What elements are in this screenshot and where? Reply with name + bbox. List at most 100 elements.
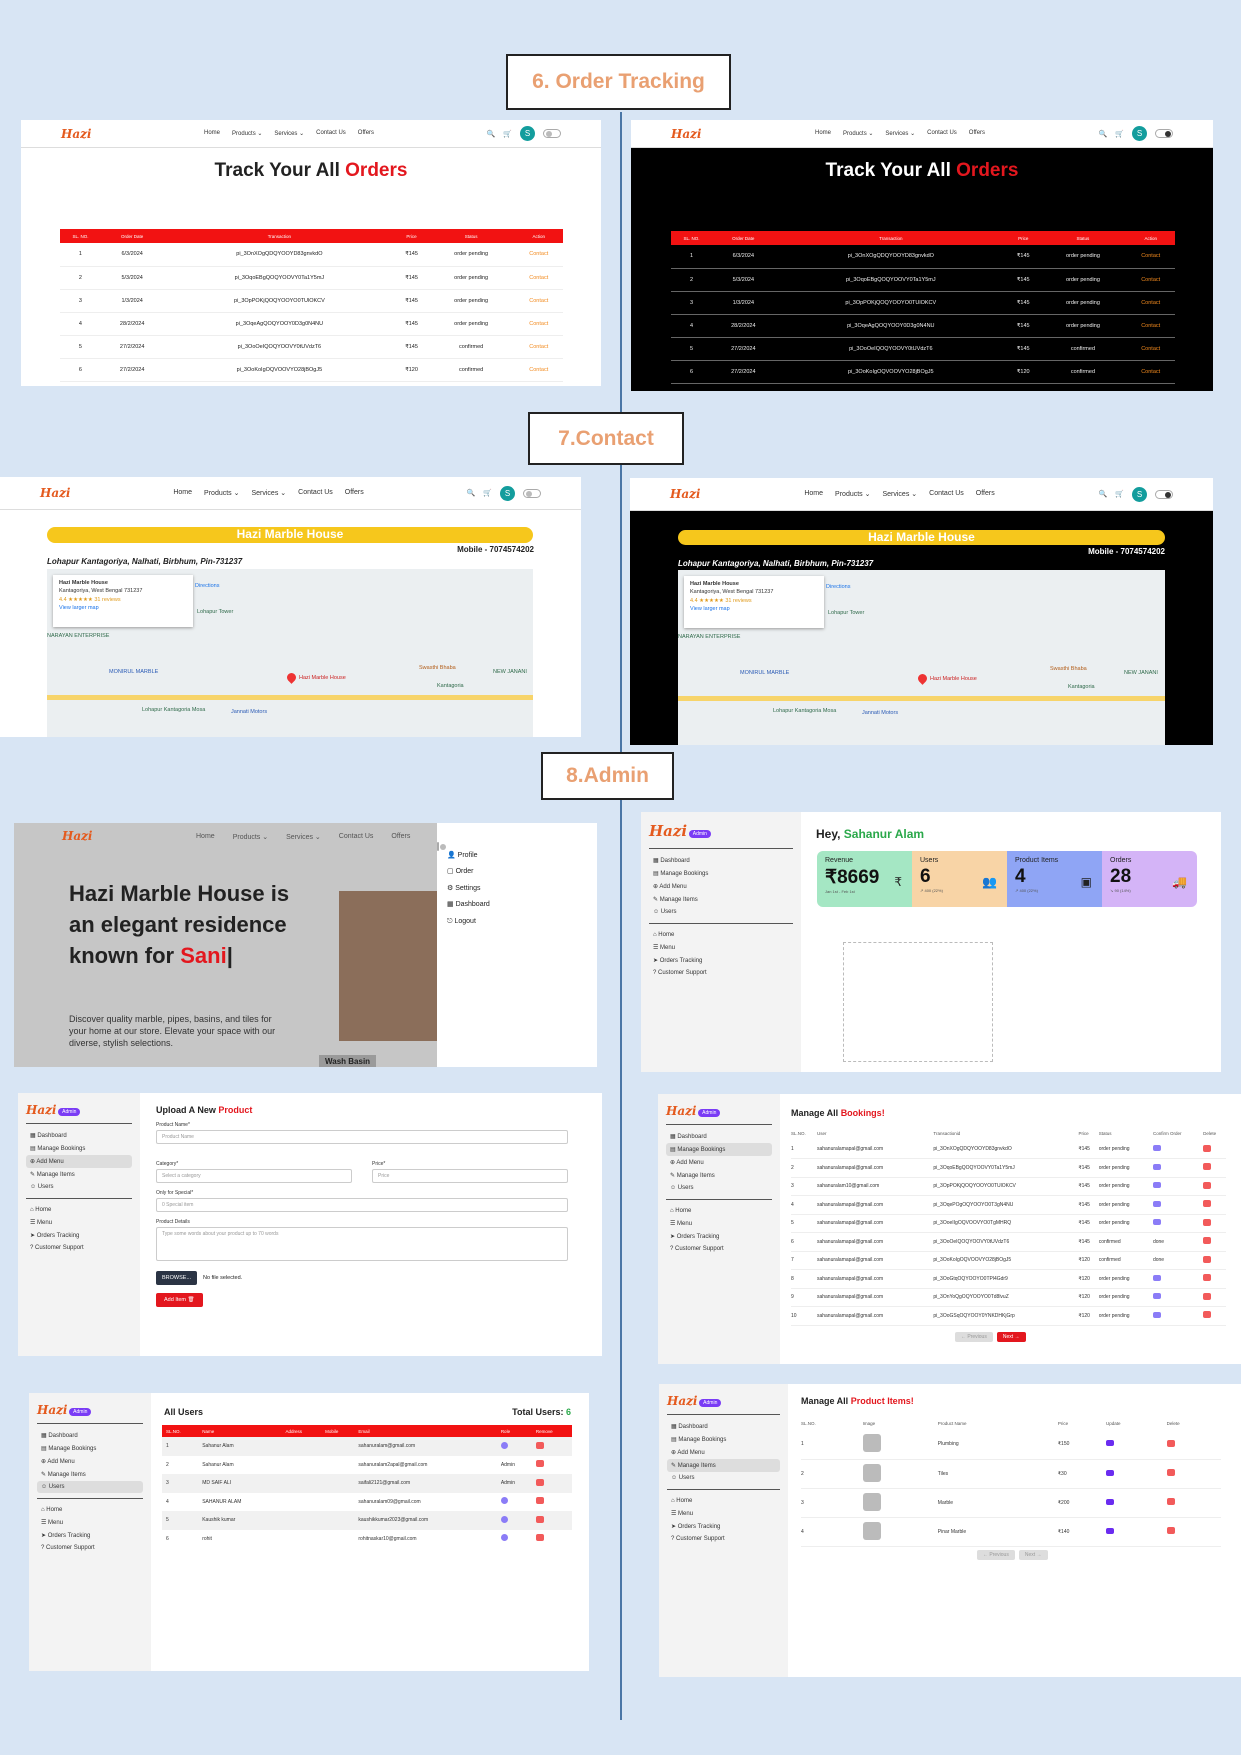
wash-basin-chip[interactable]: Wash Basin [319,1055,377,1067]
location-pin-icon[interactable] [916,672,929,685]
contact-link[interactable]: Contact [1126,245,1175,269]
map[interactable]: Hazi Marble House Kantagoriya, West Benga… [678,570,1165,745]
menu-logout[interactable]: ⎋ Logout [447,914,587,931]
delete-icon[interactable] [1203,1255,1212,1263]
nav-offers[interactable]: Offers [976,490,995,498]
map[interactable]: Hazi Marble House Kantagoriya, West Benga… [47,569,533,737]
next-button[interactable]: Next → [1018,1550,1048,1560]
delete-icon[interactable] [535,1460,544,1468]
contact-link[interactable]: Contact [1126,268,1175,292]
delete-icon[interactable] [1203,1311,1212,1319]
confirm-button[interactable] [1152,1145,1161,1151]
avatar[interactable]: S [500,485,515,501]
delete-icon[interactable] [1203,1274,1212,1282]
nav-home[interactable]: Home [173,489,192,497]
logo[interactable]: Hazi [61,127,92,141]
view-larger-map-link[interactable]: View larger map [59,604,187,612]
contact-link[interactable]: Contact [1126,314,1175,338]
confirm-button[interactable] [1152,1182,1161,1189]
nav-services[interactable]: Services ⌄ [274,130,304,137]
contact-link[interactable]: Contact [1126,360,1175,384]
confirm-button[interactable] [1152,1219,1161,1226]
logo[interactable]: Hazi [62,829,93,843]
theme-toggle[interactable] [1155,489,1173,499]
logo[interactable]: Hazi [40,486,71,500]
nav-home[interactable]: Home [204,130,220,137]
delete-icon[interactable] [1166,1527,1175,1534]
next-button[interactable]: Next → [996,1332,1026,1342]
menu-dashboard[interactable]: ▦ Dashboard [447,897,587,914]
contact-link[interactable]: Contact [514,289,563,313]
search-icon[interactable]: 🔍 [467,489,476,497]
prev-button[interactable]: ← Previous [955,1332,993,1342]
contact-link[interactable]: Contact [514,312,563,336]
nav-products[interactable]: Products ⌄ [835,490,870,498]
avatar[interactable]: S [1131,126,1147,141]
view-larger-map-link[interactable]: View larger map [690,605,818,613]
menu-profile[interactable]: 👤 Profile [447,848,587,865]
contact-link[interactable]: Contact [1126,337,1175,361]
delete-icon[interactable] [1203,1163,1212,1171]
nav-services[interactable]: Services ⌄ [882,490,917,498]
add-item-button[interactable]: Add Item 🗑 [156,1293,203,1307]
cart-icon[interactable]: 🛒 [503,130,512,138]
nav-home[interactable]: Home [804,490,823,498]
special-input[interactable]: 0 Special item [156,1198,568,1212]
delete-icon[interactable] [535,1534,544,1542]
nav-offers[interactable]: Offers [345,489,364,497]
make-admin-button[interactable] [500,1534,508,1542]
theme-toggle[interactable] [542,129,561,138]
delete-icon[interactable] [1203,1144,1212,1152]
delete-icon[interactable] [1166,1498,1175,1505]
contact-link[interactable]: Contact [514,358,563,382]
theme-toggle[interactable] [437,842,439,851]
delete-icon[interactable] [1166,1439,1175,1447]
nav-services[interactable]: Services ⌄ [885,130,915,137]
nav-contact[interactable]: Contact Us [316,130,346,137]
details-textarea[interactable]: Type some words about your product up to… [156,1227,568,1261]
confirm-button[interactable] [1152,1311,1161,1318]
confirm-button[interactable] [1152,1293,1161,1300]
contact-link[interactable]: Contact [514,243,563,267]
make-admin-button[interactable] [500,1515,508,1523]
nav-services[interactable]: Services ⌄ [251,489,286,497]
cart-icon[interactable]: 🛒 [483,489,492,497]
cart-icon[interactable]: 🛒 [1115,490,1124,498]
nav-offers[interactable]: Offers [358,130,374,137]
browse-button[interactable]: BROWSE... [156,1271,198,1285]
confirm-button[interactable] [1152,1163,1161,1170]
contact-link[interactable]: Contact [1126,291,1175,315]
delete-icon[interactable] [1203,1218,1212,1226]
product-name-input[interactable]: Product Name [156,1130,568,1144]
edit-icon[interactable] [1106,1469,1115,1476]
delete-icon[interactable] [535,1441,544,1449]
search-icon[interactable]: 🔍 [1099,490,1108,498]
confirm-button[interactable] [1152,1274,1161,1281]
theme-toggle[interactable] [523,488,541,498]
confirm-button[interactable] [1152,1200,1161,1207]
nav-home[interactable]: Home [815,130,831,137]
category-select[interactable]: Select a category [156,1169,352,1183]
menu-order[interactable]: ▢ Order [447,864,587,881]
contact-link[interactable]: Contact [514,335,563,359]
delete-icon[interactable] [1203,1200,1212,1208]
delete-icon[interactable] [535,1478,544,1486]
logo[interactable]: Hazi [671,127,702,141]
cart-icon[interactable]: 🛒 [1115,130,1124,138]
edit-icon[interactable] [1106,1498,1115,1505]
edit-icon[interactable] [1106,1440,1115,1447]
nav-contact[interactable]: Contact Us [298,489,333,497]
price-input[interactable]: Price [372,1169,568,1183]
menu-settings[interactable]: ⚙ Settings [447,881,587,898]
delete-icon[interactable] [1203,1181,1212,1189]
directions-link[interactable]: Directions [826,584,850,590]
nav-products[interactable]: Products ⌄ [843,130,873,137]
directions-link[interactable]: Directions [195,583,219,589]
avatar[interactable]: S [1132,486,1147,502]
delete-icon[interactable] [535,1497,544,1505]
logo[interactable]: Hazi [670,487,701,501]
delete-icon[interactable] [535,1515,544,1523]
make-admin-button[interactable] [500,1497,508,1505]
nav-offers[interactable]: Offers [969,130,985,137]
nav-contact[interactable]: Contact Us [929,490,964,498]
